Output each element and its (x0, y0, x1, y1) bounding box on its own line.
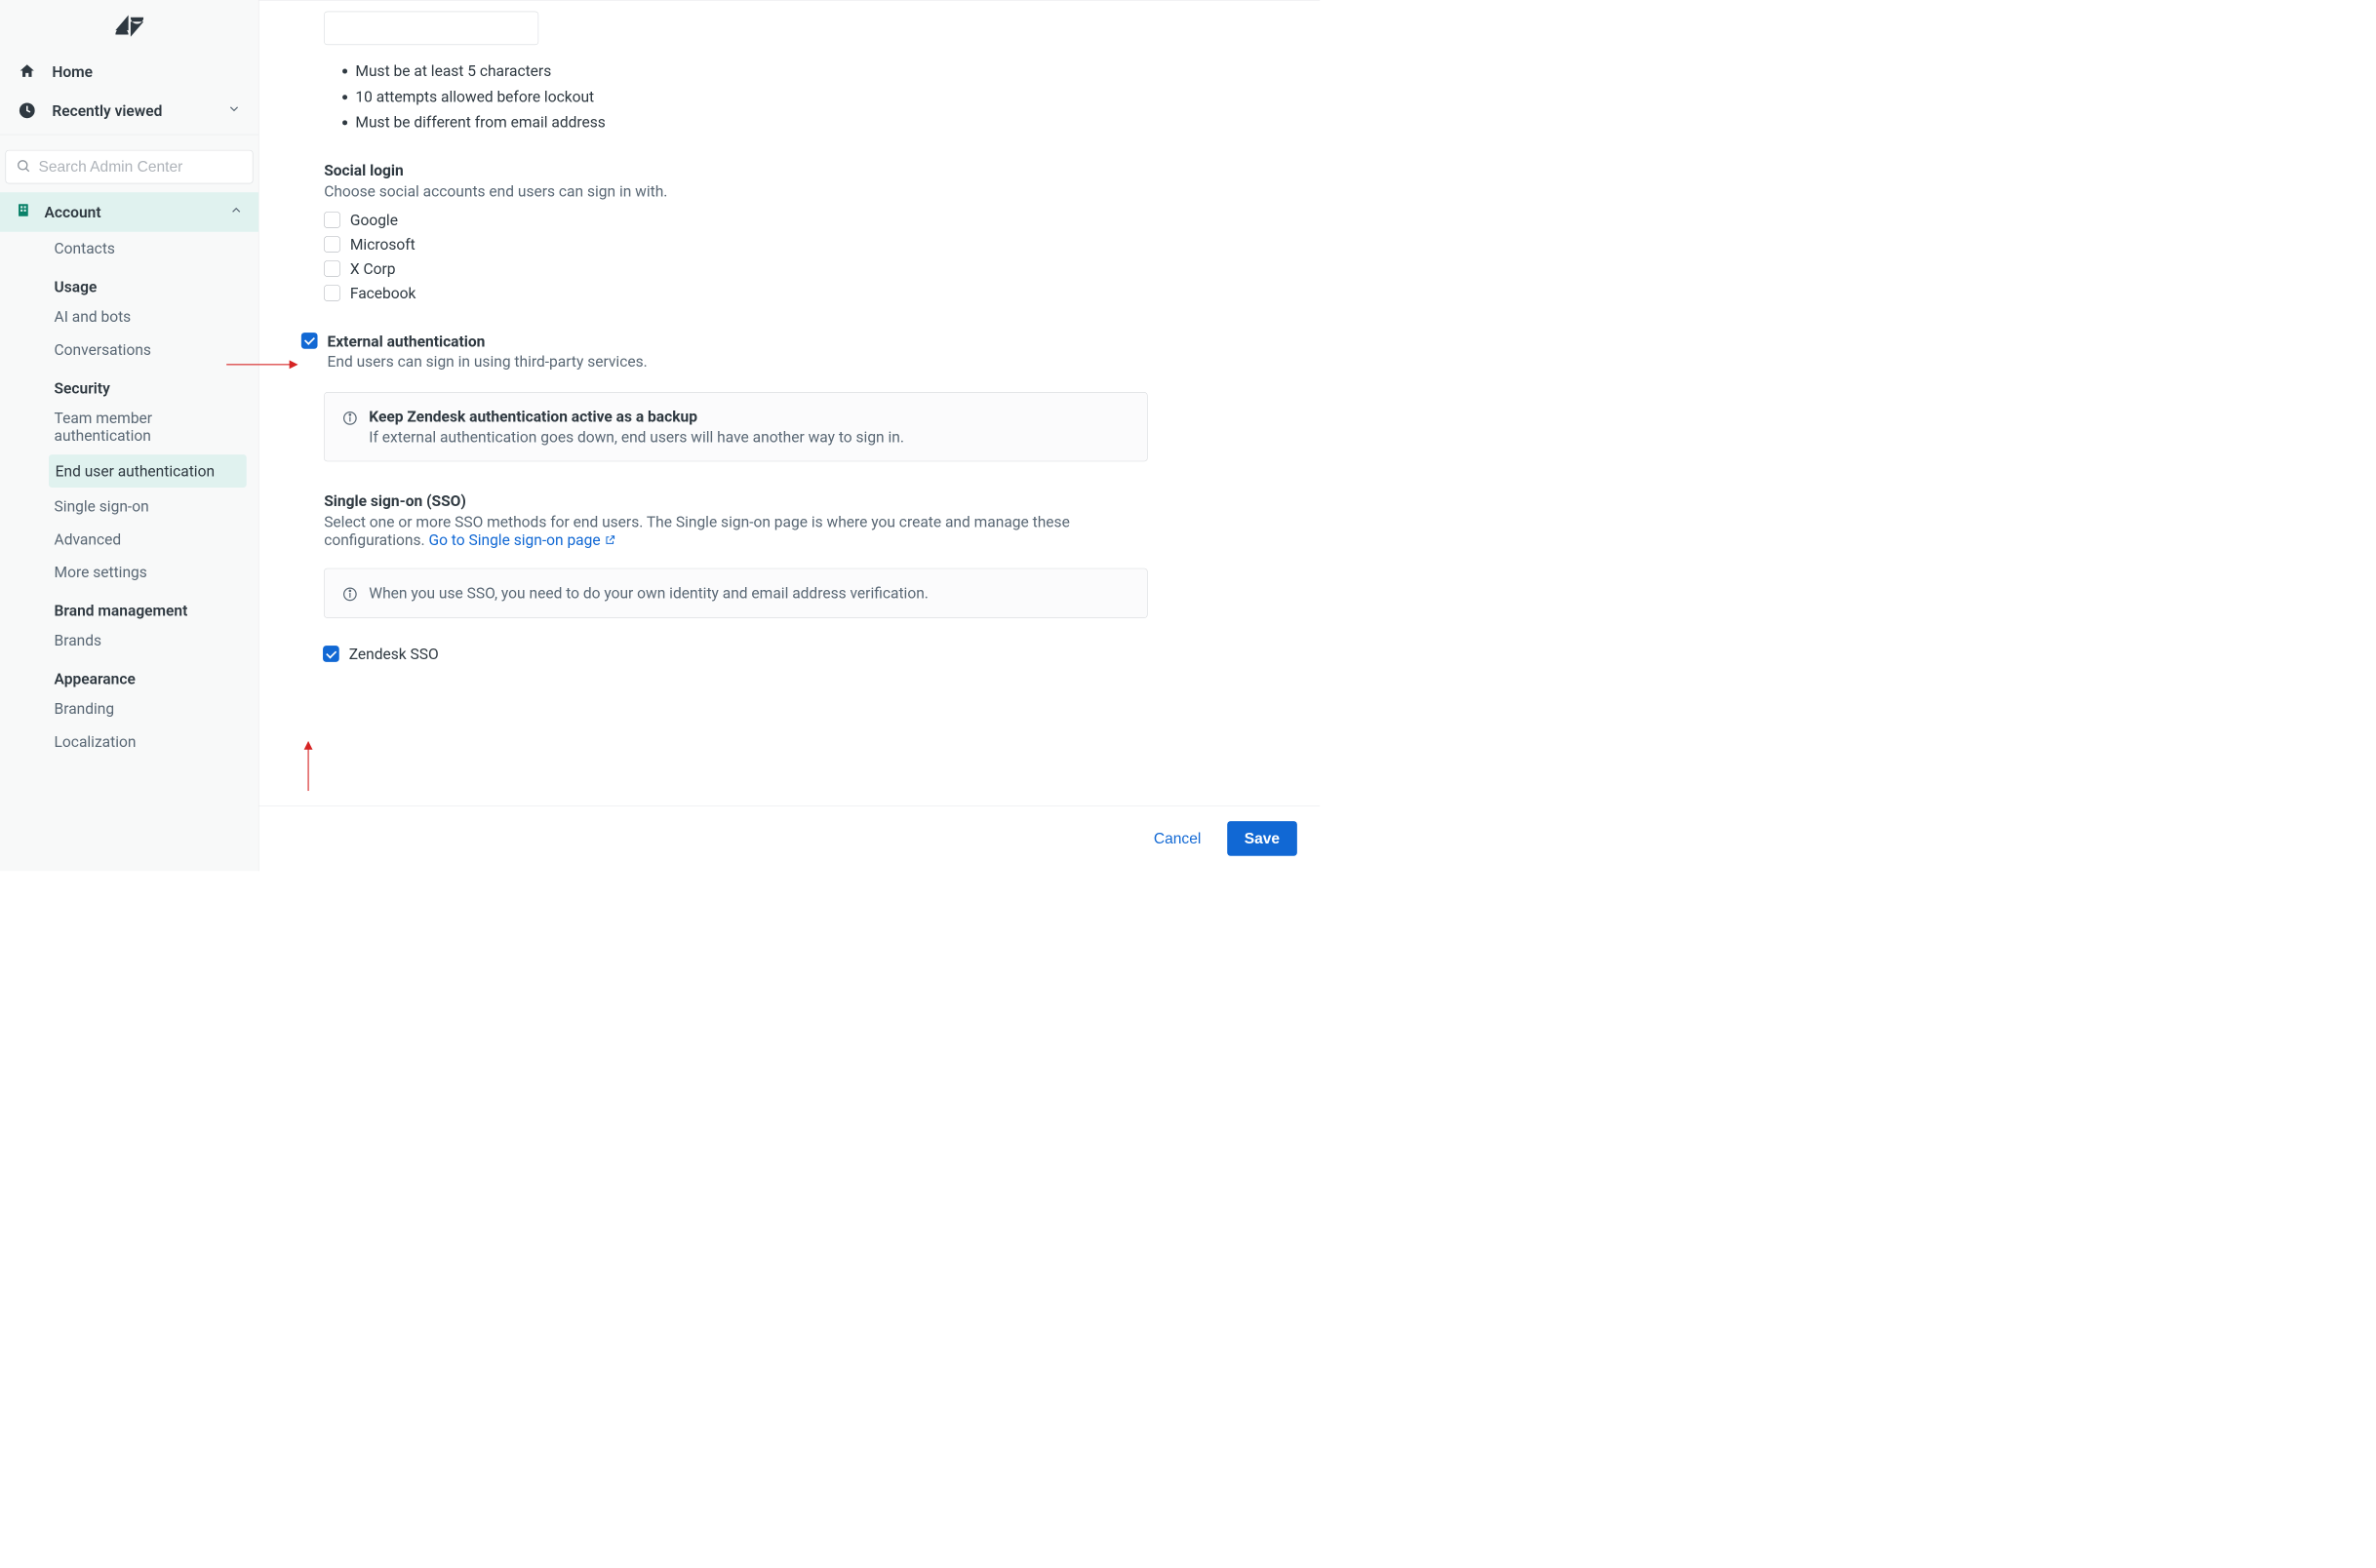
search-input[interactable] (38, 158, 242, 176)
password-level-select[interactable] (324, 12, 538, 45)
sidebar-item-contacts[interactable]: Contacts (0, 232, 258, 265)
sidebar-item-ai-and-bots[interactable]: AI and bots (0, 300, 258, 333)
password-rules-list: Must be at least 5 characters 10 attempt… (324, 58, 1320, 135)
checkbox-external-auth[interactable] (301, 333, 318, 349)
link-text: Go to Single sign-on page (428, 530, 600, 548)
sidebar-item-localization[interactable]: Localization (0, 725, 258, 759)
checkbox-label: X Corp (350, 260, 396, 278)
sidebar-item-brands[interactable]: Brands (0, 624, 258, 657)
sidebar-item-branding[interactable]: Branding (0, 692, 258, 725)
checkbox-microsoft[interactable] (324, 236, 340, 253)
password-rule: 10 attempts allowed before lockout (355, 84, 1320, 109)
section-label: Account (45, 203, 101, 220)
sso-desc: Select one or more SSO methods for end u… (324, 513, 1147, 549)
sidebar-item-end-user-auth[interactable]: End user authentication (49, 454, 247, 488)
search-icon (16, 158, 31, 176)
social-login-desc: Choose social accounts end users can sig… (324, 182, 1320, 200)
search-box[interactable] (6, 150, 254, 183)
password-rule: Must be at least 5 characters (355, 58, 1320, 83)
backup-desc: If external authentication goes down, en… (369, 428, 904, 446)
backup-info-box: Keep Zendesk authentication active as a … (324, 392, 1147, 461)
external-auth-desc: End users can sign in using third-party … (328, 353, 648, 371)
save-button[interactable]: Save (1227, 821, 1297, 856)
chevron-down-icon (227, 101, 241, 119)
sso-info-box: When you use SSO, you need to do your ow… (324, 568, 1147, 618)
annotation-arrow (308, 742, 309, 791)
password-rule: Must be different from email address (355, 109, 1320, 135)
checkbox-zendesk-sso[interactable] (323, 646, 339, 662)
sidebar-group-security: Security (0, 367, 258, 402)
main-panel: Must be at least 5 characters 10 attempt… (259, 0, 1321, 871)
sidebar-item-advanced[interactable]: Advanced (0, 523, 258, 556)
main-scroll[interactable]: Must be at least 5 characters 10 attempt… (259, 0, 1321, 805)
divider (0, 135, 258, 136)
section-account[interactable]: Account (0, 192, 258, 232)
sidebar-group-usage: Usage (0, 265, 258, 300)
checkbox-label: Zendesk SSO (349, 645, 439, 662)
external-auth-title: External authentication (328, 333, 648, 350)
backup-title: Keep Zendesk authentication active as a … (369, 408, 904, 425)
sidebar-item-conversations[interactable]: Conversations (0, 333, 258, 367)
sso-title: Single sign-on (SSO) (324, 491, 1320, 509)
info-icon (342, 586, 359, 603)
sso-page-link[interactable]: Go to Single sign-on page (428, 530, 615, 548)
checkbox-label: Facebook (350, 285, 416, 302)
annotation-arrow (226, 364, 297, 365)
sidebar-group-appearance: Appearance (0, 657, 258, 692)
nav-label: Recently viewed (52, 101, 162, 119)
home-icon (18, 61, 37, 81)
checkbox-label: Google (350, 212, 398, 229)
chevron-up-icon (229, 203, 243, 220)
sidebar: Home Recently viewed Account (0, 0, 259, 871)
nav-recently-viewed[interactable]: Recently viewed (0, 91, 258, 130)
nav-label: Home (52, 62, 93, 80)
social-login-title: Social login (324, 161, 1320, 178)
checkbox-facebook[interactable] (324, 285, 340, 301)
footer-actions: Cancel Save (259, 805, 1321, 871)
search-container (0, 143, 258, 192)
cancel-button[interactable]: Cancel (1147, 821, 1208, 856)
info-icon (342, 410, 359, 426)
sidebar-item-team-member-auth[interactable]: Team member authentication (0, 402, 258, 452)
nav-home[interactable]: Home (0, 52, 258, 91)
sidebar-item-sso[interactable]: Single sign-on (0, 490, 258, 523)
zendesk-logo (0, 0, 258, 52)
checkbox-label: Microsoft (350, 236, 416, 254)
sidebar-group-brand: Brand management (0, 589, 258, 624)
sidebar-item-more-settings[interactable]: More settings (0, 556, 258, 589)
sso-info-text: When you use SSO, you need to do your ow… (369, 584, 929, 603)
building-icon (16, 202, 32, 222)
checkbox-google[interactable] (324, 212, 340, 228)
checkbox-xcorp[interactable] (324, 260, 340, 277)
clock-icon (18, 100, 37, 120)
